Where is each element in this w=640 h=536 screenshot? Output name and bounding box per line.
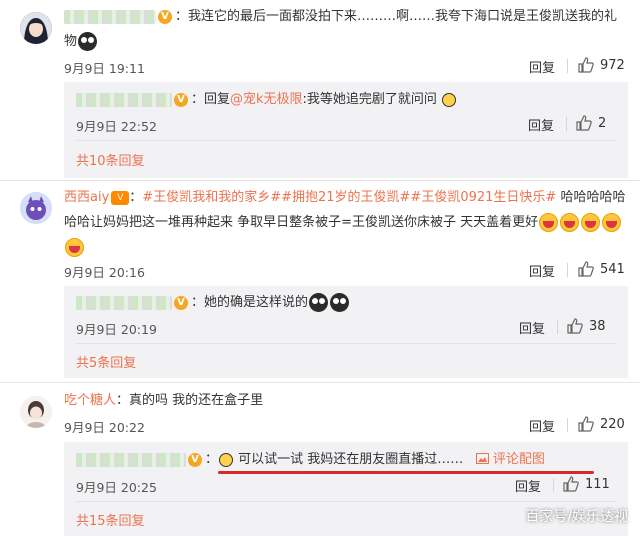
username-blurred[interactable] <box>64 9 156 24</box>
crying-emoji-icon <box>78 32 98 51</box>
verified-badge-icon: V <box>174 295 188 310</box>
avatar[interactable] <box>20 192 52 224</box>
comment-2: 西西aiy V ：#王俊凯我和我的家乡##拥抱21岁的王俊凯##王俊凯0921生日快… <box>0 180 640 382</box>
laughing-emoji-icon <box>65 238 84 257</box>
avatar[interactable] <box>20 12 52 44</box>
username-blurred[interactable] <box>76 452 186 467</box>
reply-text: V ：她的确是这样说的 <box>76 290 616 315</box>
topic-link[interactable]: #拥抱21岁的王俊凯# <box>281 190 410 205</box>
reply-text: V ：回复@宠k无极限:我等她追完剧了就问问 <box>76 87 616 112</box>
timestamp: 9月9日 22:52 <box>76 119 157 134</box>
divider <box>566 117 567 131</box>
like-button[interactable]: 111 <box>563 476 610 492</box>
smile-emoji-icon <box>442 92 457 107</box>
divider <box>76 501 616 502</box>
divider <box>553 478 554 492</box>
like-button[interactable]: 38 <box>567 318 606 334</box>
divider <box>567 59 568 73</box>
username-blurred[interactable] <box>76 92 172 107</box>
thumbs-up-icon <box>578 416 594 432</box>
red-underline-annotation <box>218 471 594 474</box>
thumbs-up-icon <box>563 476 579 492</box>
comment-text: 西西aiy V ：#王俊凯我和我的家乡##拥抱21岁的王俊凯##王俊凯0921生日快… <box>64 185 628 260</box>
verified-badge-icon: V <box>158 9 172 24</box>
verified-badge-icon: V <box>188 452 202 467</box>
thumbs-up-icon <box>578 57 594 73</box>
more-replies-link[interactable]: 共10条回复 <box>76 150 145 169</box>
thumbs-up-icon <box>567 318 583 334</box>
username-link[interactable]: 吃个糖人 <box>64 393 116 408</box>
topic-link[interactable]: #王俊凯0921生日快乐# <box>410 190 556 205</box>
comment-1: V ：我连它的最后一面都没拍下来………啊……我夸下海口说是王俊凯送我的礼物 9月9… <box>0 0 640 182</box>
more-replies-link[interactable]: 共5条回复 <box>76 352 136 371</box>
image-icon <box>475 453 489 464</box>
username-link[interactable]: 西西aiy <box>64 190 109 205</box>
reply-button[interactable]: 回复 <box>529 57 555 76</box>
reply-button[interactable]: 回复 <box>529 261 555 280</box>
like-button[interactable]: 541 <box>578 261 625 277</box>
divider <box>76 140 616 141</box>
topic-link[interactable]: #王俊凯我和我的家乡# <box>142 190 281 205</box>
mention-link[interactable]: @宠k无极限 <box>230 92 303 107</box>
crying-emoji-icon <box>330 293 350 312</box>
laughing-emoji-icon <box>560 213 580 232</box>
reply-button[interactable]: 回复 <box>515 476 541 495</box>
thumbs-up-icon <box>576 115 592 131</box>
comment-text: 吃个糖人：真的吗 我的还在盒子里 <box>64 393 264 408</box>
thumbs-up-icon <box>578 261 594 277</box>
divider <box>76 343 616 344</box>
avatar[interactable] <box>20 396 52 428</box>
comment-picture-link[interactable]: 评论配图 <box>475 452 545 467</box>
smile-emoji-icon <box>219 452 234 467</box>
username-blurred[interactable] <box>76 295 172 310</box>
more-replies-link[interactable]: 共15条回复 <box>76 510 145 529</box>
reply-button[interactable]: 回复 <box>528 115 554 134</box>
replies-box: V ：回复@宠k无极限:我等她追完剧了就问问 9月9日 22:52 回复 2 共1… <box>64 82 628 178</box>
crying-emoji-icon <box>309 293 329 312</box>
timestamp: 9月9日 20:19 <box>76 322 157 337</box>
like-button[interactable]: 972 <box>578 57 625 73</box>
timestamp: 9月9日 20:25 <box>76 480 157 495</box>
divider <box>567 418 568 432</box>
verified-badge-icon: V <box>174 92 188 107</box>
laughing-emoji-icon <box>581 213 601 232</box>
timestamp: 9月9日 20:22 <box>64 420 145 435</box>
divider <box>557 320 558 334</box>
timestamp: 9月9日 19:11 <box>64 61 145 76</box>
like-button[interactable]: 2 <box>576 115 606 131</box>
laughing-emoji-icon <box>602 213 622 232</box>
vip-badge-icon: V <box>111 190 130 205</box>
watermark: 百家号/娱乐透视 <box>525 509 628 525</box>
reply-button[interactable]: 回复 <box>529 416 555 435</box>
like-button[interactable]: 220 <box>578 416 625 432</box>
replies-box: V ：她的确是这样说的 9月9日 20:19 回复 38 共5条回复 <box>64 286 628 378</box>
divider <box>567 263 568 277</box>
reply-text: V： 可以试一试 我妈还在朋友圈直播过…… 评论配图 <box>76 447 616 472</box>
reply-button[interactable]: 回复 <box>519 318 545 337</box>
laughing-emoji-icon <box>539 213 559 232</box>
comment-text: V ：我连它的最后一面都没拍下来………啊……我夸下海口说是王俊凯送我的礼物 <box>64 9 618 51</box>
timestamp: 9月9日 20:16 <box>64 265 145 280</box>
